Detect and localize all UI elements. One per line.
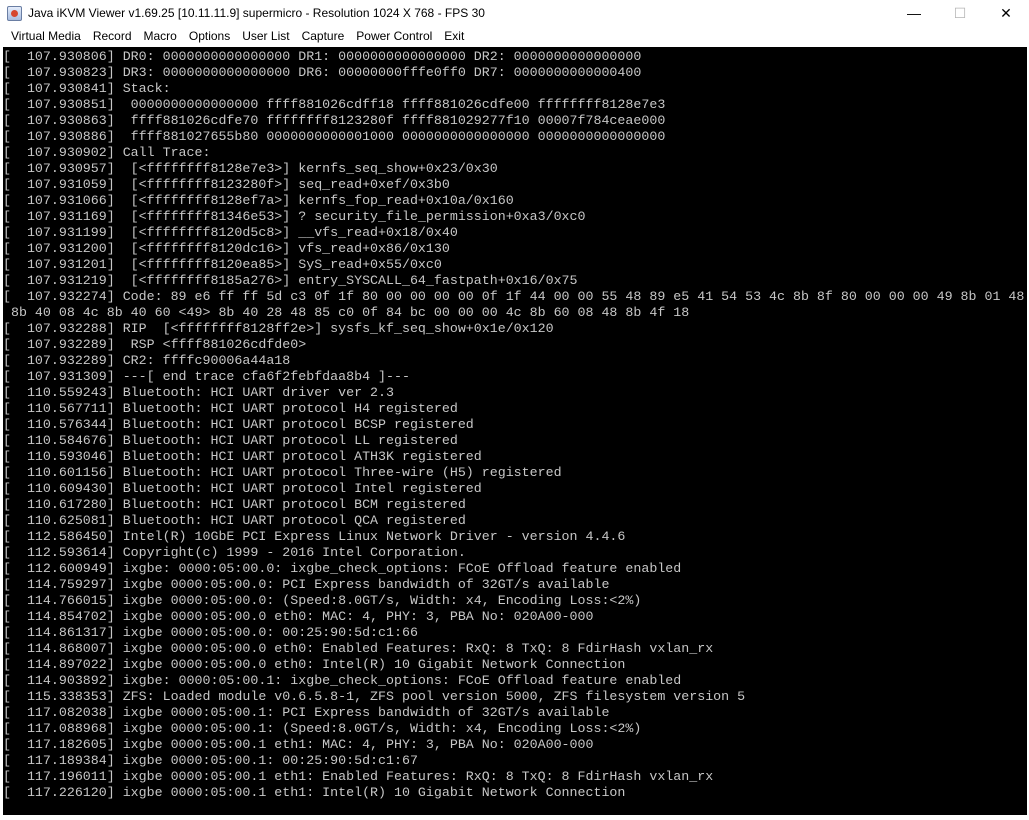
console-line: [ 117.182605] ixgbe 0000:05:00.1 eth1: M… (3, 737, 594, 752)
window-title: Java iKVM Viewer v1.69.25 [10.11.11.9] s… (28, 6, 485, 20)
console-line: [ 107.931219] [<ffffffff8185a276>] entry… (3, 273, 578, 288)
console-line: [ 107.930957] [<ffffffff8128e7e3>] kernf… (3, 161, 498, 176)
console-line: [ 107.931200] [<ffffffff8120dc16>] vfs_r… (3, 241, 450, 256)
console-line: [ 112.586450] Intel(R) 10GbE PCI Express… (3, 529, 626, 544)
console-line: [ 117.226120] ixgbe 0000:05:00.1 eth1: I… (3, 785, 626, 800)
java-app-icon (7, 5, 22, 21)
close-button[interactable]: ✕ (983, 0, 1029, 26)
console-line: [ 112.593614] Copyright(c) 1999 - 2016 I… (3, 545, 466, 560)
console-line: [ 114.766015] ixgbe 0000:05:00.0: (Speed… (3, 593, 642, 608)
console-line: [ 107.931169] [<ffffffff81346e53>] ? sec… (3, 209, 586, 224)
console-line: [ 114.861317] ixgbe 0000:05:00.0: 00:25:… (3, 625, 418, 640)
console-line: [ 115.338353] ZFS: Loaded module v0.6.5.… (3, 689, 746, 704)
maximize-button[interactable]: ☐ (937, 0, 983, 26)
console-output: [ 107.930806] DR0: 0000000000000000 DR1:… (3, 49, 1027, 801)
console-line: [ 110.625081] Bluetooth: HCI UART protoc… (3, 513, 466, 528)
title-bar: Java iKVM Viewer v1.69.25 [10.11.11.9] s… (0, 0, 1029, 26)
menu-record[interactable]: Record (89, 26, 136, 47)
menu-options[interactable]: Options (185, 26, 234, 47)
console-line: [ 107.931201] [<ffffffff8120ea85>] SyS_r… (3, 257, 442, 272)
window-controls: — ☐ ✕ (891, 0, 1029, 26)
console-line: [ 107.931199] [<ffffffff8120d5c8>] __vfs… (3, 225, 458, 240)
console-line: [ 107.930902] Call Trace: (3, 145, 211, 160)
console-line: [ 110.576344] Bluetooth: HCI UART protoc… (3, 417, 474, 432)
console-line: [ 117.088968] ixgbe 0000:05:00.1: (Speed… (3, 721, 642, 736)
console-line: [ 107.931059] [<ffffffff8123280f>] seq_r… (3, 177, 450, 192)
console-line: [ 107.930886] ffff881027655b80 000000000… (3, 129, 666, 144)
console-line: [ 110.567711] Bluetooth: HCI UART protoc… (3, 401, 458, 416)
console-line: [ 110.559243] Bluetooth: HCI UART driver… (3, 385, 394, 400)
console-line: [ 107.931309] ---[ end trace cfa6f2febfd… (3, 369, 410, 384)
menu-exit[interactable]: Exit (440, 26, 468, 47)
console-line: [ 107.930841] Stack: (3, 81, 171, 96)
menu-power-control[interactable]: Power Control (352, 26, 436, 47)
console-line: [ 110.617280] Bluetooth: HCI UART protoc… (3, 497, 466, 512)
console-line: [ 110.601156] Bluetooth: HCI UART protoc… (3, 465, 562, 480)
console-line: [ 110.584676] Bluetooth: HCI UART protoc… (3, 433, 458, 448)
menu-virtual-media[interactable]: Virtual Media (7, 26, 85, 47)
console-line: [ 107.932289] CR2: ffffc90006a44a18 (3, 353, 291, 368)
console-line: [ 107.930851] 0000000000000000 ffff88102… (3, 97, 666, 112)
console-line: [ 114.868007] ixgbe 0000:05:00.0 eth0: E… (3, 641, 714, 656)
console-line: [ 110.609430] Bluetooth: HCI UART protoc… (3, 481, 482, 496)
console-line: 8b 40 08 4c 8b 40 60 <49> 8b 40 28 48 85… (3, 305, 690, 320)
menu-capture[interactable]: Capture (298, 26, 349, 47)
kvm-remote-screen[interactable]: [ 107.930806] DR0: 0000000000000000 DR1:… (3, 47, 1027, 815)
console-line: [ 117.189384] ixgbe 0000:05:00.1: 00:25:… (3, 753, 418, 768)
minimize-button[interactable]: — (891, 0, 937, 26)
console-line: [ 114.897022] ixgbe 0000:05:00.0 eth0: I… (3, 657, 626, 672)
console-line: [ 117.196011] ixgbe 0000:05:00.1 eth1: E… (3, 769, 714, 784)
console-line: [ 117.082038] ixgbe 0000:05:00.1: PCI Ex… (3, 705, 610, 720)
console-line: [ 107.931066] [<ffffffff8128ef7a>] kernf… (3, 193, 514, 208)
console-line: [ 107.930823] DR3: 0000000000000000 DR6:… (3, 65, 642, 80)
console-line: [ 107.932274] Code: 89 e6 ff ff 5d c3 0f… (3, 289, 1025, 304)
console-line: [ 114.759297] ixgbe 0000:05:00.0: PCI Ex… (3, 577, 610, 592)
window-bottom-border (0, 815, 1029, 820)
console-line: [ 107.932288] RIP [<ffffffff8128ff2e>] s… (3, 321, 554, 336)
menu-macro[interactable]: Macro (140, 26, 181, 47)
console-line: [ 110.593046] Bluetooth: HCI UART protoc… (3, 449, 482, 464)
menu-bar: Virtual Media Record Macro Options User … (0, 26, 1029, 47)
menu-user-list[interactable]: User List (238, 26, 293, 47)
console-line: [ 112.600949] ixgbe: 0000:05:00.0: ixgbe… (3, 561, 682, 576)
console-line: [ 107.930863] ffff881026cdfe70 ffffffff8… (3, 113, 666, 128)
console-line: [ 114.854702] ixgbe 0000:05:00.0 eth0: M… (3, 609, 594, 624)
console-line: [ 114.903892] ixgbe: 0000:05:00.1: ixgbe… (3, 673, 682, 688)
console-line: [ 107.930806] DR0: 0000000000000000 DR1:… (3, 49, 642, 64)
console-line: [ 107.932289] RSP <ffff881026cdfde0> (3, 337, 307, 352)
